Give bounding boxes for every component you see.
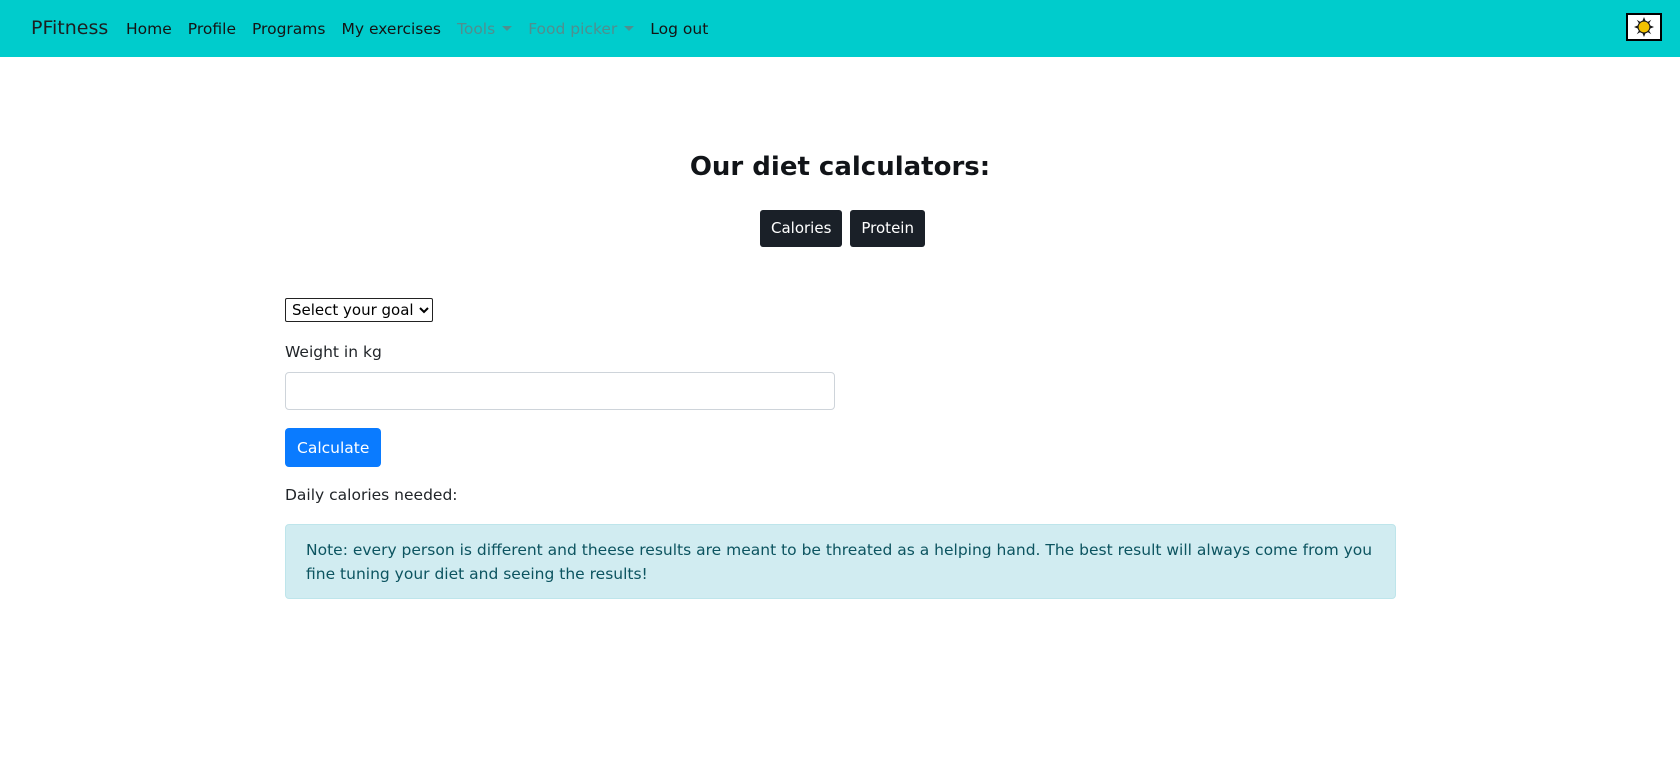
page-title: Our diet calculators: (689, 152, 991, 182)
nav-link-log-out[interactable]: Log out (650, 18, 708, 40)
calculate-button[interactable]: Calculate (285, 428, 382, 467)
nav-dropdown-tools[interactable]: Tools (457, 18, 513, 40)
caret-down-icon (502, 25, 513, 31)
sun-icon (1634, 17, 1654, 37)
nav-dropdown-food-picker-label: Food picker (528, 20, 618, 38)
weight-input[interactable] (285, 372, 835, 410)
nav-link-programs[interactable]: Programs (252, 18, 325, 40)
navbar: PFitness Home Profile Programs My exerci… (0, 0, 1680, 57)
note-alert: Note: every person is different and thee… (285, 524, 1396, 599)
nav-dropdown-food-picker[interactable]: Food picker (528, 18, 635, 40)
weight-label: Weight in kg (285, 343, 382, 361)
calories-button[interactable]: Calories (760, 210, 843, 247)
daily-calories-result: Daily calories needed: (285, 486, 458, 504)
nav-dropdown-tools-label: Tools (457, 20, 496, 38)
theme-toggle-button[interactable] (1626, 13, 1662, 41)
nav-link-home[interactable]: Home (126, 18, 172, 40)
nav-link-my-exercises[interactable]: My exercises (341, 18, 441, 40)
calculator-buttons: Calories Protein (760, 210, 925, 247)
goal-select[interactable]: Select your goal (285, 298, 433, 322)
nav-link-profile[interactable]: Profile (188, 18, 236, 40)
brand-link[interactable]: PFitness (31, 16, 108, 40)
nav-links: Home Profile Programs My exercises Tools… (126, 18, 724, 40)
protein-button[interactable]: Protein (850, 210, 925, 247)
caret-down-icon (624, 25, 635, 31)
